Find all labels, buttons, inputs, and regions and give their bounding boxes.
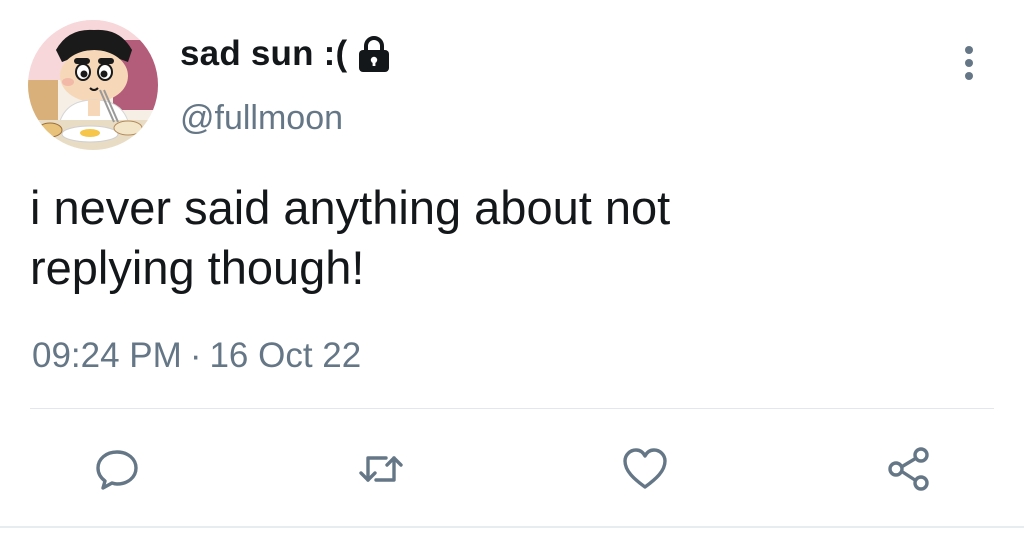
display-name-row: sad sun :( — [180, 34, 391, 74]
share-icon — [888, 447, 929, 491]
avatar[interactable] — [28, 20, 158, 150]
cartoon-boy-avatar-icon — [28, 20, 158, 150]
share-button[interactable] — [884, 446, 934, 492]
tweet-text: i never said anything about not replying… — [30, 181, 671, 294]
reply-icon — [96, 450, 138, 490]
lock-icon — [357, 35, 391, 73]
heart-icon — [623, 448, 667, 489]
user-handle[interactable]: @fullmoon — [180, 99, 343, 138]
retweet-icon — [359, 456, 403, 482]
tweet-timestamp[interactable]: 09:24 PM · 16 Oct 22 — [32, 336, 361, 376]
more-vertical-icon — [965, 46, 973, 80]
divider — [30, 408, 994, 409]
tweet-date: 16 Oct 22 — [209, 336, 362, 375]
meta-separator: · — [189, 336, 202, 375]
like-button[interactable] — [620, 446, 670, 492]
tweet-time: 09:24 PM — [32, 336, 182, 375]
retweet-button[interactable] — [356, 446, 406, 492]
display-name[interactable]: sad sun :( — [180, 34, 347, 74]
reply-button[interactable] — [92, 446, 142, 492]
bottom-divider — [0, 526, 1024, 528]
tweet-card: sad sun :( @fullmoon i never said anythi… — [0, 0, 1024, 544]
more-options-button[interactable] — [958, 42, 980, 86]
